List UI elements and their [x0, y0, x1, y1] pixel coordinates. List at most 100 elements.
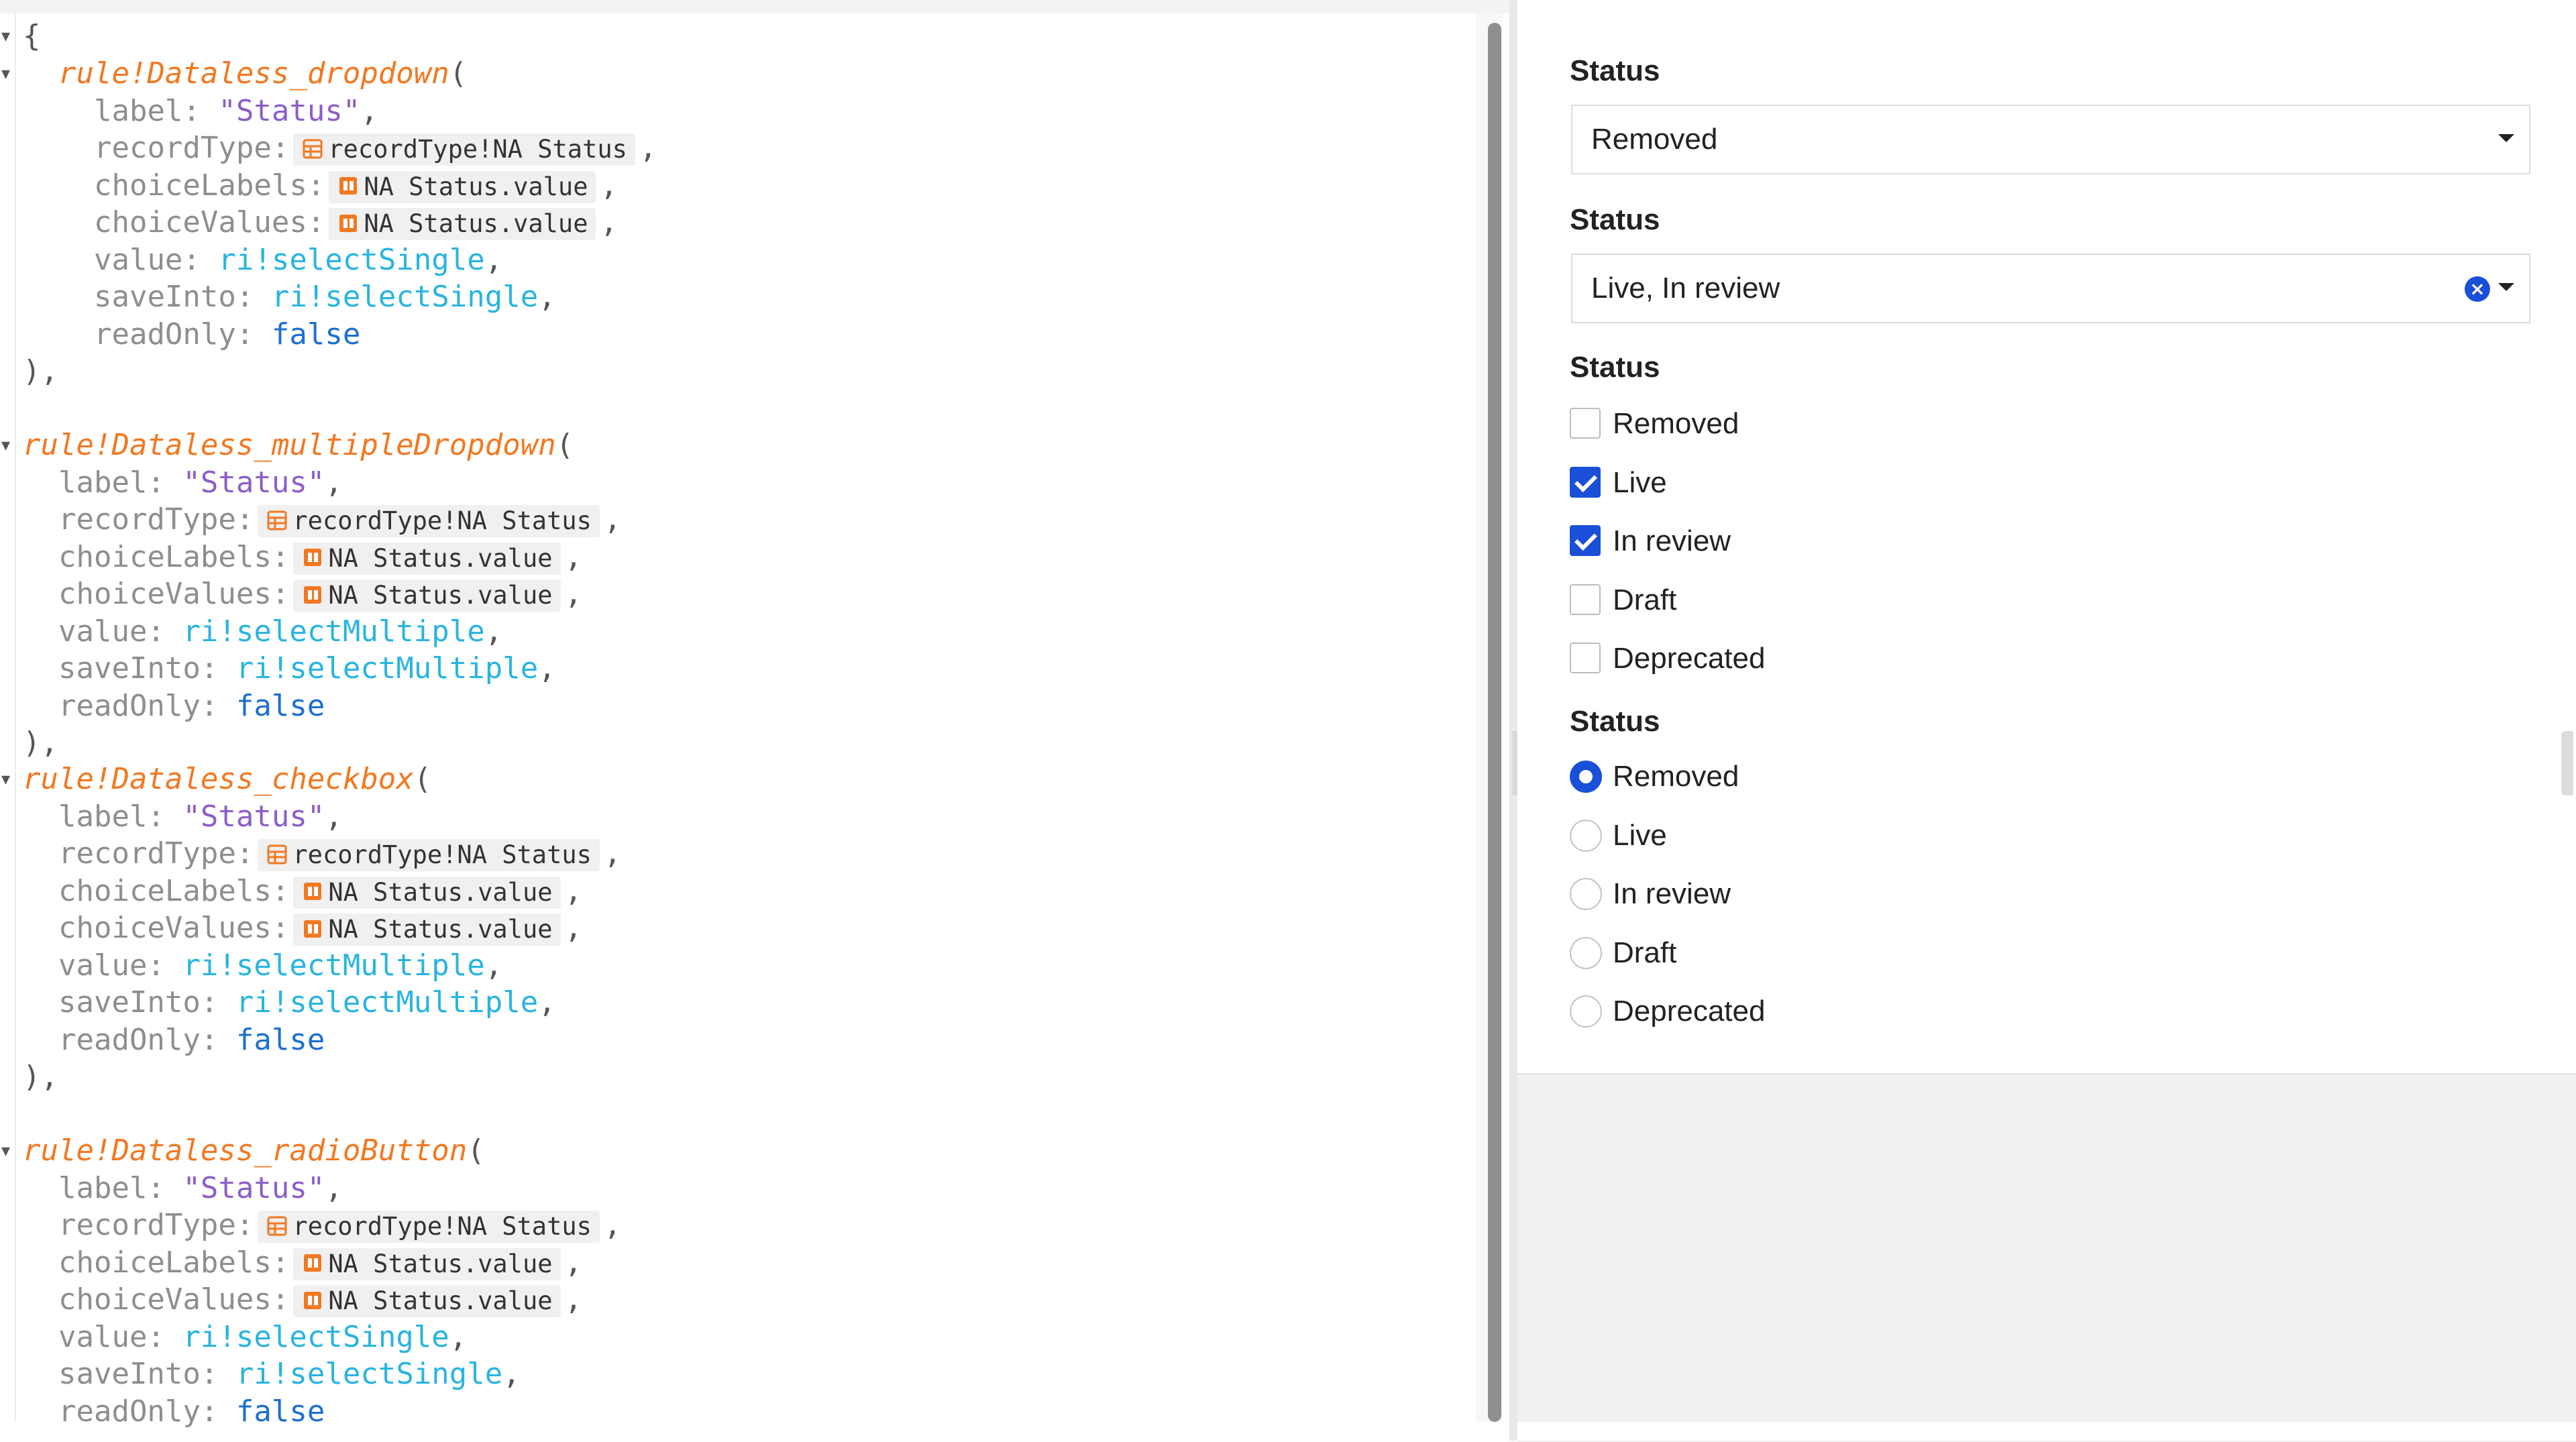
- code-param-saveinto[interactable]: saveInto: ri!selectMultiple,: [23, 984, 556, 1021]
- code-param-choicevalues[interactable]: choiceValues: NA Status.value,: [23, 204, 618, 241]
- record-type-icon[interactable]: recordType!NA Status: [258, 505, 600, 537]
- code-param-choicelabels[interactable]: choiceLabels: NA Status.value,: [23, 167, 618, 205]
- param-key: label:: [58, 1170, 165, 1205]
- param-key: readOnly:: [58, 1394, 219, 1429]
- code-close[interactable]: ),: [23, 353, 58, 390]
- code-param-recordtype[interactable]: recordType: recordType!NA Status,: [23, 501, 621, 539]
- code-close[interactable]: ),: [23, 1058, 58, 1096]
- fold-toggle-icon[interactable]: ▾: [1, 1132, 10, 1170]
- record-field-icon[interactable]: NA Status.value: [329, 170, 596, 203]
- code-param-value[interactable]: value: ri!selectMultiple,: [23, 613, 502, 651]
- checkbox-checked[interactable]: [1570, 466, 1601, 498]
- record-field-icon[interactable]: NA Status.value: [329, 208, 596, 240]
- checkbox-checked[interactable]: [1570, 525, 1601, 556]
- right-pane-handle[interactable]: [2561, 731, 2573, 795]
- radio-option-label: Draft: [1613, 936, 1677, 969]
- code-param-value[interactable]: value: ri!selectMultiple,: [23, 947, 502, 985]
- record-field-icon[interactable]: NA Status.value: [293, 579, 561, 612]
- code-editor[interactable]: ▾ { ▾ rule!Dataless_dropdown( label: "St…: [0, 0, 1509, 1441]
- record-field-icon-text: NA Status.value: [328, 543, 553, 573]
- status-dropdown[interactable]: Removed: [1571, 105, 2530, 174]
- param-key: choiceValues:: [58, 911, 290, 945]
- code-param-choicevalues[interactable]: choiceValues: NA Status.value,: [23, 575, 582, 613]
- record-field-icon[interactable]: NA Status.value: [293, 542, 561, 575]
- chevron-down-icon[interactable]: [2498, 134, 2514, 142]
- closing-paren: ),: [23, 354, 58, 388]
- editor-top-strip: [0, 0, 1509, 13]
- fold-toggle-icon[interactable]: ▾: [1, 17, 10, 55]
- code-param-value[interactable]: value: ri!selectSingle,: [23, 1319, 467, 1356]
- code-param-saveinto[interactable]: saveInto: ri!selectSingle,: [23, 1355, 521, 1393]
- code-param-readonly[interactable]: readOnly: false: [23, 1021, 325, 1059]
- record-field-icon[interactable]: NA Status.value: [293, 913, 561, 946]
- code-param-saveinto[interactable]: saveInto: ri!selectMultiple,: [23, 650, 556, 687]
- code-param-label[interactable]: label: "Status",: [23, 798, 343, 836]
- fold-toggle-icon[interactable]: ▾: [1, 761, 10, 798]
- record-type-icon-text: recordType!NA Status: [292, 840, 592, 869]
- dropdown-selected-value: Removed: [1591, 123, 1718, 156]
- code-param-recordtype[interactable]: recordType: recordType!NA Status,: [23, 835, 621, 873]
- radio-unselected[interactable]: [1570, 819, 1602, 852]
- code-open-brace[interactable]: {: [23, 17, 41, 55]
- code-param-label[interactable]: label: "Status",: [23, 464, 343, 502]
- checkbox-option-label: Deprecated: [1613, 642, 1766, 675]
- pane-splitter[interactable]: [1509, 0, 1517, 1441]
- code-param-choicelabels[interactable]: choiceLabels: NA Status.value,: [23, 539, 582, 576]
- closing-paren: ),: [23, 1060, 58, 1094]
- checkbox-unchecked[interactable]: [1570, 408, 1601, 439]
- rule-input: ri!selectSingle: [271, 280, 539, 314]
- radio-unselected[interactable]: [1570, 936, 1602, 969]
- preview-empty-area: [1517, 1073, 2576, 1442]
- radio-selected[interactable]: [1570, 761, 1602, 793]
- code-param-readonly[interactable]: readOnly: false: [23, 316, 360, 353]
- code-param-recordtype[interactable]: recordType: recordType!NA Status,: [23, 129, 657, 167]
- chevron-down-icon[interactable]: [2498, 283, 2514, 291]
- string-literal: "Status": [182, 799, 325, 834]
- param-key: choiceLabels:: [58, 873, 290, 908]
- param-key: saveInto:: [93, 280, 254, 314]
- param-key: recordType:: [58, 1208, 254, 1242]
- param-key: choiceLabels:: [58, 1245, 290, 1280]
- multi-dropdown-selected-values: Live, In review: [1591, 272, 1780, 304]
- code-param-choicevalues[interactable]: choiceValues: NA Status.value,: [23, 1281, 582, 1319]
- record-type-icon[interactable]: recordType!NA Status: [293, 133, 635, 166]
- record-field-icon[interactable]: NA Status.value: [293, 1285, 561, 1317]
- rule-name: rule!Dataless_multipleDropdown: [23, 428, 556, 462]
- code-rule-call[interactable]: rule!Dataless_checkbox(: [23, 761, 431, 798]
- param-key: choiceValues:: [58, 1282, 290, 1317]
- code-param-choicelabels[interactable]: choiceLabels: NA Status.value,: [23, 873, 582, 910]
- checkbox-unchecked[interactable]: [1570, 643, 1601, 673]
- code-param-label[interactable]: label: "Status",: [23, 1170, 343, 1207]
- editor-scrollbar-thumb[interactable]: [1488, 23, 1501, 1422]
- fold-toggle-icon[interactable]: ▾: [1, 55, 10, 93]
- record-field-icon[interactable]: NA Status.value: [293, 1247, 561, 1280]
- code-param-choicevalues[interactable]: choiceValues: NA Status.value,: [23, 909, 582, 947]
- code-rule-call[interactable]: rule!Dataless_radioButton(: [23, 1132, 485, 1170]
- radio-unselected[interactable]: [1570, 878, 1602, 910]
- code-param-readonly[interactable]: readOnly: false: [23, 1393, 325, 1431]
- code-param-label[interactable]: label: "Status",: [23, 93, 378, 130]
- checkbox-unchecked[interactable]: [1570, 584, 1601, 615]
- code-param-readonly[interactable]: readOnly: false: [23, 687, 325, 725]
- param-key: readOnly:: [93, 317, 254, 351]
- preview-bottom-edge: [1517, 1422, 2576, 1441]
- code-rule-call[interactable]: rule!Dataless_multipleDropdown(: [23, 427, 574, 464]
- status-multi-dropdown[interactable]: Live, In review ×: [1571, 254, 2530, 323]
- radio-unselected[interactable]: [1570, 995, 1602, 1028]
- record-type-icon[interactable]: recordType!NA Status: [258, 1211, 600, 1243]
- record-field-icon-text: NA Status.value: [364, 209, 588, 238]
- code-close[interactable]: ),: [23, 724, 58, 762]
- param-key: recordType:: [58, 836, 254, 871]
- clear-selection-icon[interactable]: ×: [2465, 276, 2490, 302]
- record-type-icon[interactable]: recordType!NA Status: [258, 839, 600, 871]
- code-param-choicelabels[interactable]: choiceLabels: NA Status.value,: [23, 1244, 582, 1282]
- param-key: choiceValues:: [93, 205, 325, 239]
- fold-toggle-icon[interactable]: ▾: [1, 427, 10, 464]
- code-param-value[interactable]: value: ri!selectSingle,: [23, 241, 502, 279]
- code-rule-call[interactable]: rule!Dataless_dropdown(: [23, 55, 467, 93]
- rule-name: rule!Dataless_radioButton: [23, 1133, 468, 1168]
- rule-input: ri!selectMultiple: [235, 985, 539, 1019]
- code-param-recordtype[interactable]: recordType: recordType!NA Status,: [23, 1207, 621, 1244]
- record-field-icon[interactable]: NA Status.value: [293, 876, 561, 909]
- code-param-saveinto[interactable]: saveInto: ri!selectSingle,: [23, 278, 556, 316]
